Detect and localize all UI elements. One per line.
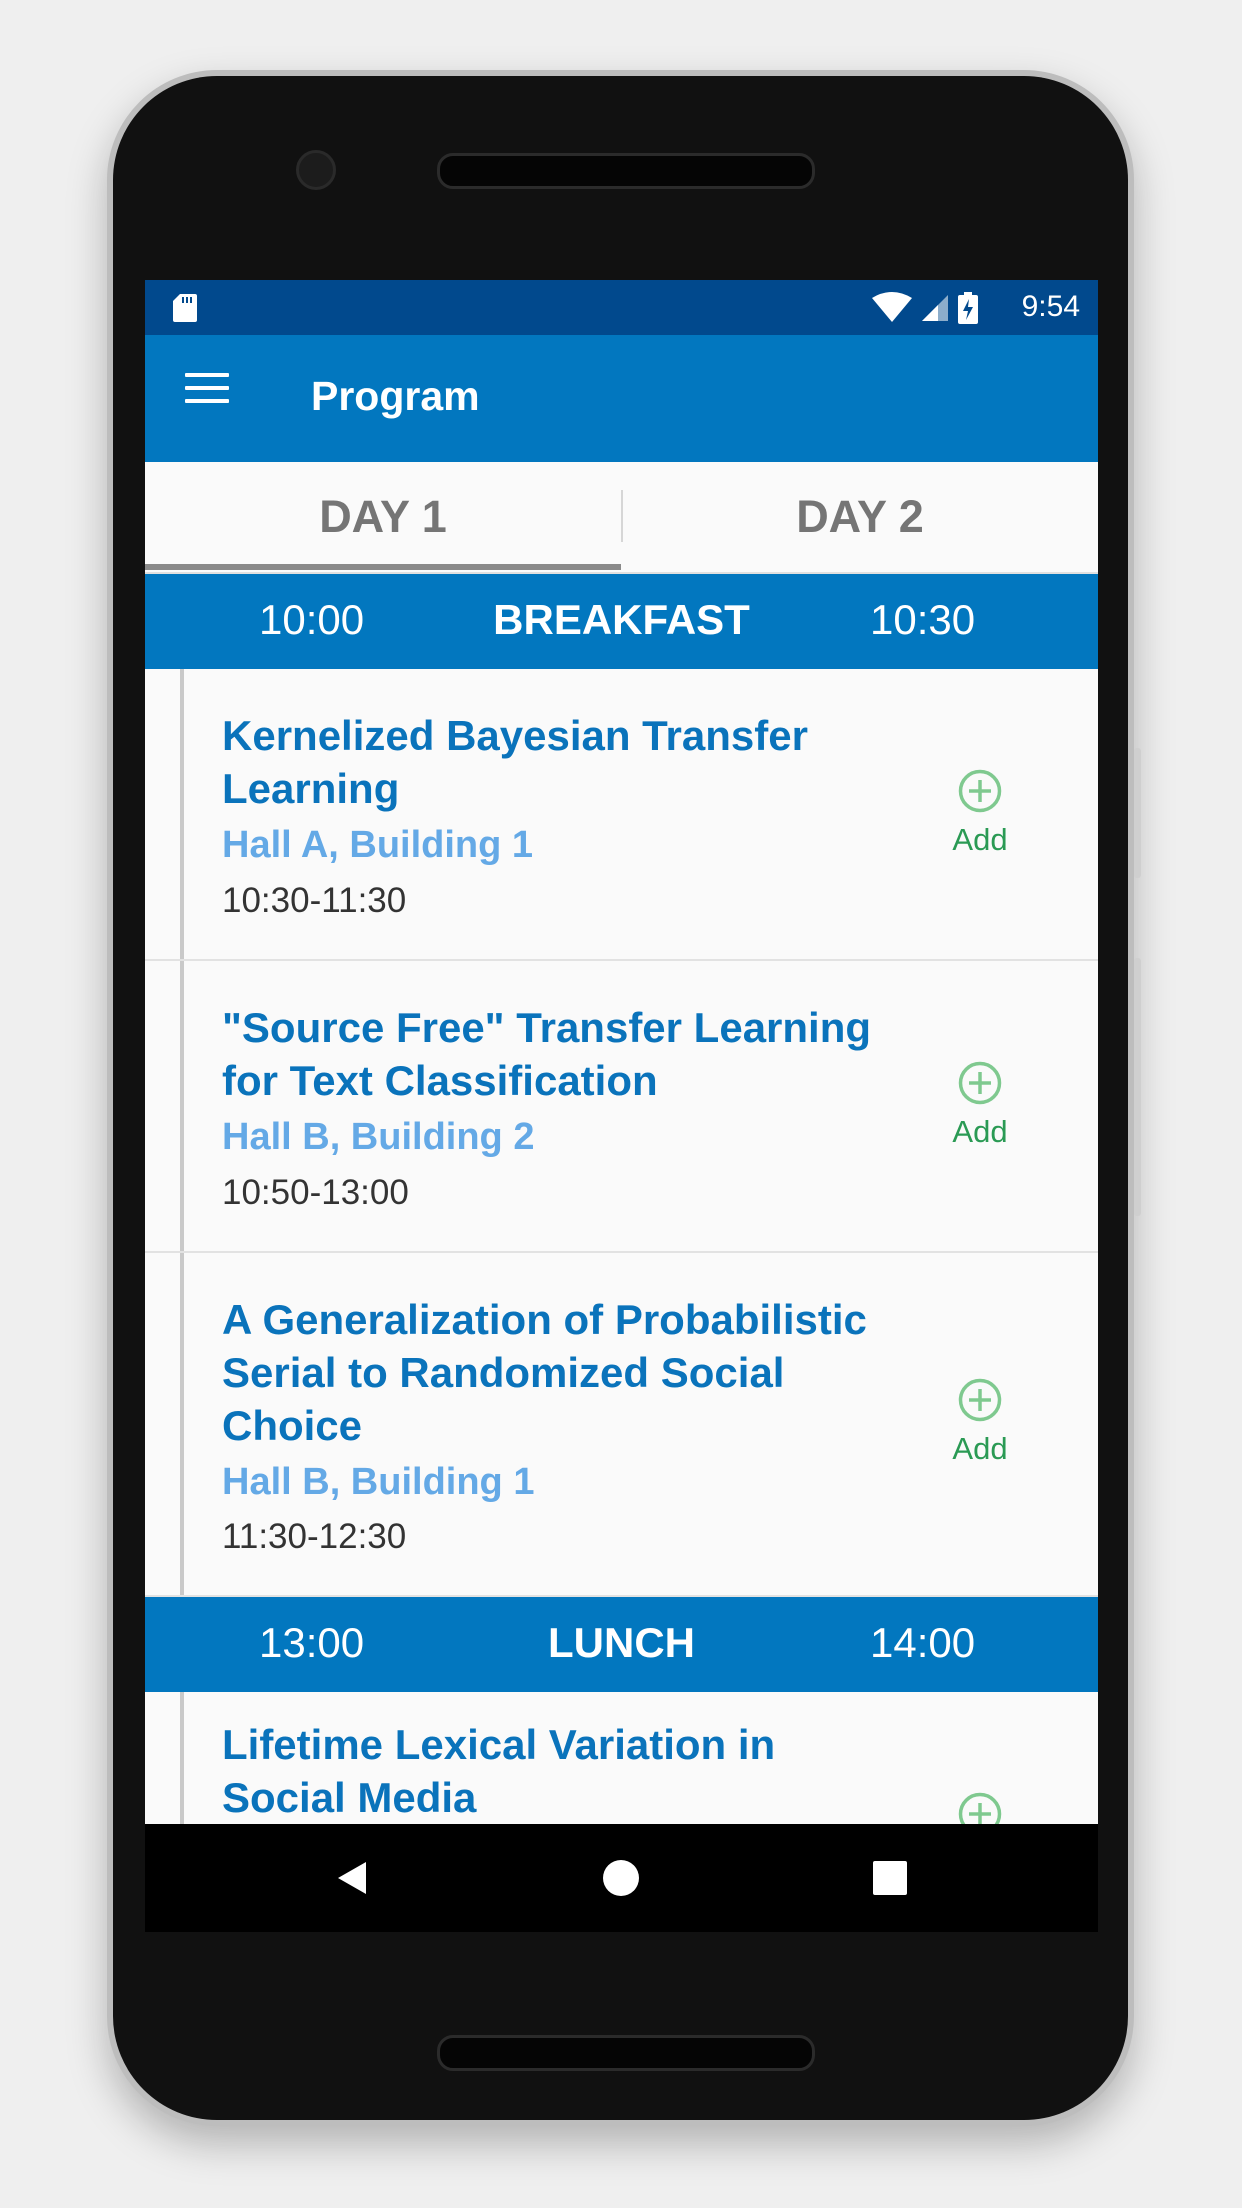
screen: 9:54 Program DAY 1 DAY 2 10:00 BREAKFAST…	[145, 280, 1098, 1932]
session-time: 10:30-11:30	[222, 881, 407, 920]
app-bar: Program	[145, 335, 1098, 462]
add-circle-icon	[958, 769, 1002, 813]
band-end-time: 10:30	[870, 596, 976, 643]
cell-signal-icon	[922, 295, 948, 321]
session-time: 10:50-13:00	[222, 1173, 409, 1212]
recents-icon	[873, 1861, 907, 1895]
session-title: Kernelized Bayesian Transfer Learning	[222, 712, 808, 812]
home-button[interactable]	[589, 1846, 653, 1910]
session-card[interactable]: "Source Free" Transfer Learning for Text…	[145, 961, 1098, 1253]
bottom-speaker	[437, 2035, 815, 2071]
back-button[interactable]	[320, 1846, 384, 1910]
timeline-rail	[180, 669, 184, 959]
time-band-breakfast: 10:00 BREAKFAST 10:30	[145, 574, 1098, 669]
tab-day-1[interactable]: DAY 1	[145, 462, 621, 572]
add-label: Add	[952, 822, 1008, 857]
session-venue: Hall B, Building 2	[222, 1116, 535, 1158]
tab-day-2[interactable]: DAY 2	[622, 462, 1098, 572]
menu-icon[interactable]	[185, 373, 235, 423]
page-title: Program	[311, 373, 480, 419]
home-icon	[603, 1860, 639, 1896]
battery-charging-icon	[958, 292, 978, 324]
top-speaker	[437, 153, 815, 189]
wifi-icon	[872, 292, 912, 322]
session-card[interactable]: A Generalization of Probabilistic Serial…	[145, 1253, 1098, 1597]
volume-button	[1134, 958, 1141, 1216]
session-title: Lifetime Lexical Variation in Social Med…	[222, 1721, 776, 1821]
timeline-rail	[180, 1253, 184, 1595]
status-time: 9:54	[1021, 290, 1080, 323]
add-button[interactable]: Add	[935, 1378, 1025, 1467]
session-card[interactable]: Kernelized Bayesian Transfer Learning Ha…	[145, 669, 1098, 961]
day-tabs: DAY 1 DAY 2	[145, 462, 1098, 574]
add-button[interactable]: Add	[935, 1061, 1025, 1150]
add-circle-icon	[958, 1378, 1002, 1422]
add-button[interactable]: Add	[935, 769, 1025, 858]
add-label: Add	[952, 1431, 1008, 1466]
add-label: Add	[952, 1114, 1008, 1149]
add-circle-icon	[958, 1061, 1002, 1105]
band-end-time: 14:00	[870, 1619, 976, 1666]
system-nav-bar	[145, 1824, 1098, 1932]
status-bar: 9:54	[145, 280, 1098, 335]
session-time: 11:30-12:30	[222, 1517, 407, 1556]
session-title: "Source Free" Transfer Learning for Text…	[222, 1004, 872, 1104]
power-button	[1134, 748, 1141, 878]
back-icon	[338, 1862, 366, 1894]
tab-indicator	[145, 564, 621, 570]
timeline-rail	[180, 961, 184, 1251]
sd-card-icon	[173, 294, 197, 322]
time-band-lunch: 13:00 LUNCH 14:00	[145, 1597, 1098, 1692]
recents-button[interactable]	[858, 1846, 922, 1910]
session-venue: Hall B, Building 1	[222, 1461, 535, 1503]
session-title: A Generalization of Probabilistic Serial…	[222, 1296, 867, 1449]
front-camera	[296, 150, 336, 190]
session-venue: Hall A, Building 1	[222, 824, 534, 866]
